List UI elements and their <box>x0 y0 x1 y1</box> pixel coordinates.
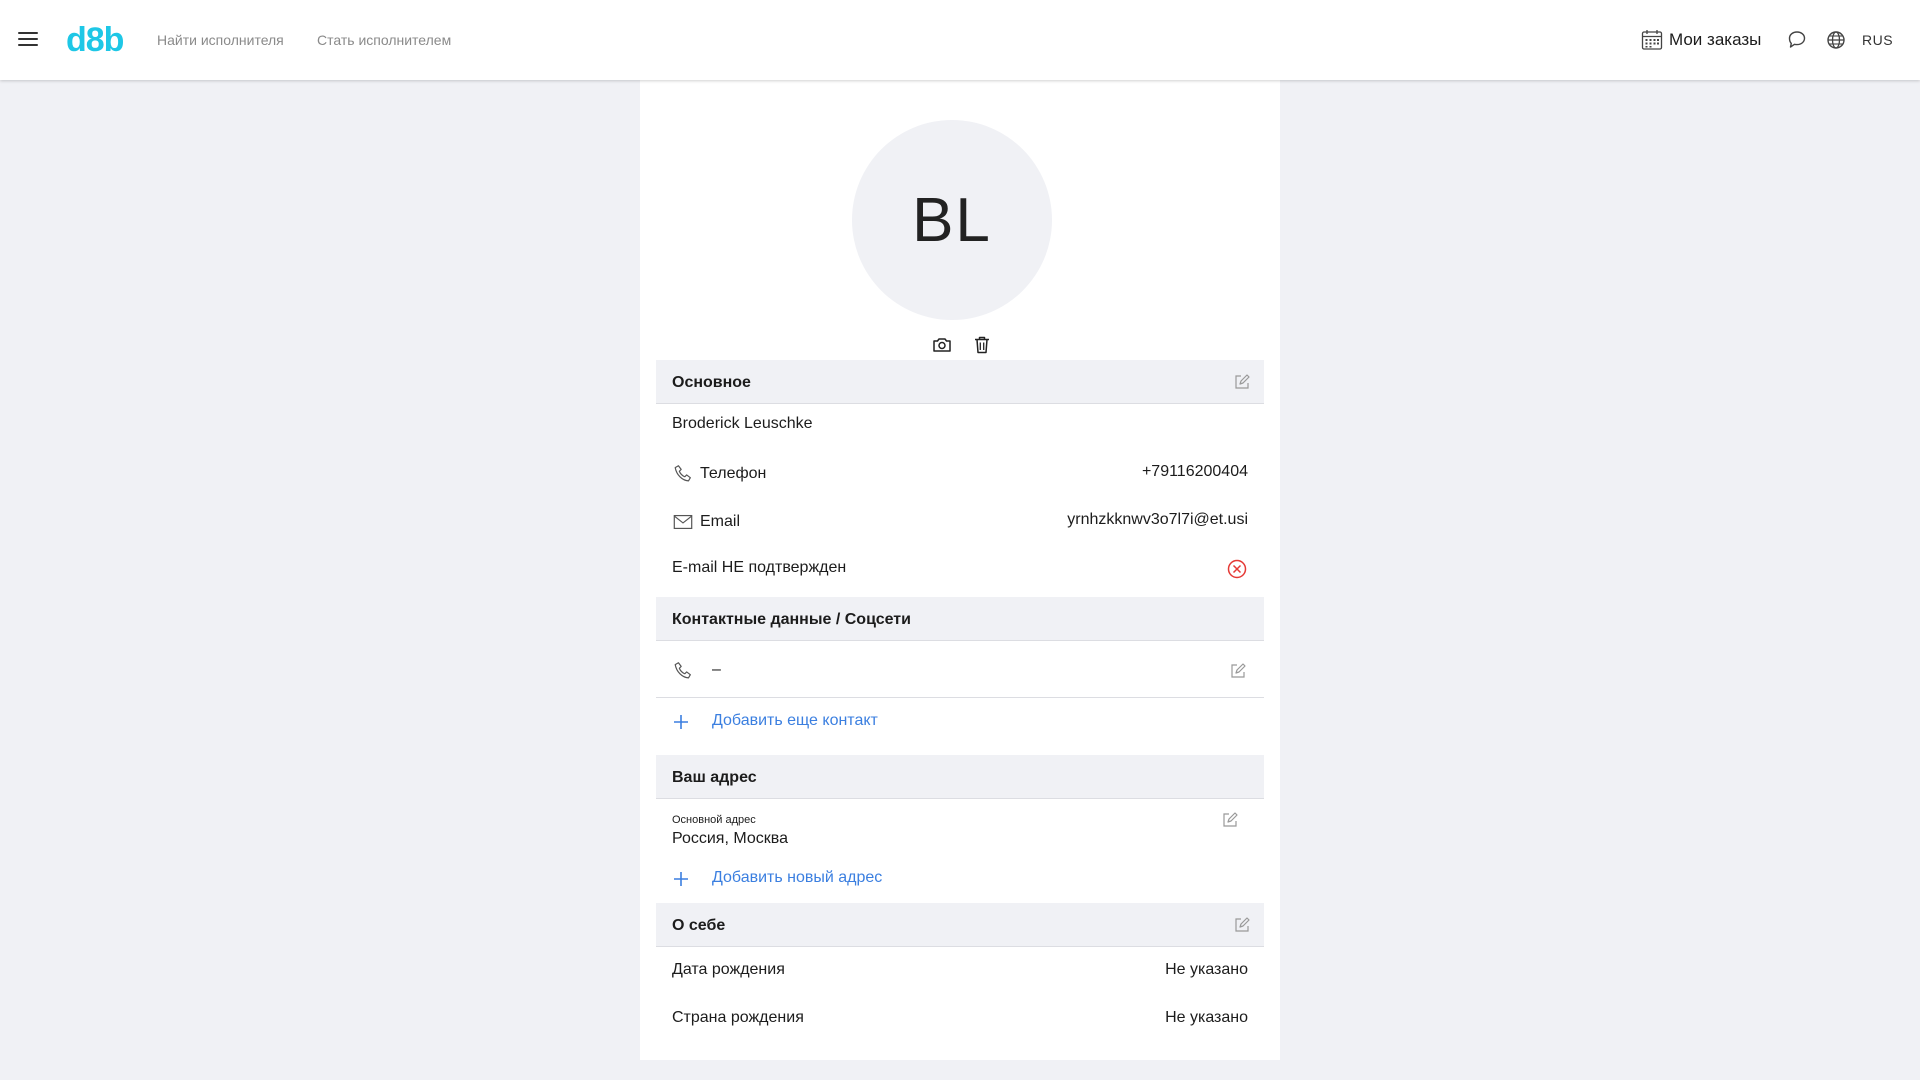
edit-icon[interactable] <box>1221 811 1239 829</box>
logo[interactable]: d8b <box>66 18 124 62</box>
edit-icon[interactable] <box>1233 373 1251 391</box>
email-value: yrnhzkknwv3o7l7i@et.usi <box>1067 511 1248 528</box>
contact-value: – <box>712 661 721 678</box>
birth-date-value: Не указано <box>1165 961 1248 978</box>
calendar-icon <box>1641 30 1663 50</box>
plus-icon <box>674 715 688 729</box>
plus-icon <box>674 872 688 886</box>
email-row: Email yrnhzkknwv3o7l7i@et.usi <box>656 500 1264 540</box>
divider <box>656 697 1264 698</box>
add-contact-button[interactable]: Добавить еще контакт <box>656 701 1264 741</box>
globe-icon[interactable] <box>1824 28 1848 52</box>
avatar-tools <box>930 333 994 357</box>
birth-country-value: Не указано <box>1165 1009 1248 1026</box>
birth-country-row: Страна рождения Не указано <box>656 998 1264 1038</box>
top-header: d8b Найти исполнителя Стать исполнителем… <box>0 0 1920 80</box>
phone-label: Телефон <box>700 465 767 482</box>
birth-date-row: Дата рождения Не указано <box>656 950 1264 990</box>
phone-row: Телефон +79116200404 <box>656 452 1264 492</box>
edit-icon[interactable] <box>1229 662 1247 680</box>
section-about-title: О себе <box>672 917 726 934</box>
section-main-header: Основное <box>656 360 1264 404</box>
section-address-header: Ваш адрес <box>656 755 1264 799</box>
address-row: Основной адрес Россия, Москва <box>656 800 1264 850</box>
birth-date-label: Дата рождения <box>672 961 785 978</box>
email-label: Email <box>700 513 741 530</box>
section-address-title: Ваш адрес <box>672 769 757 786</box>
phone-icon <box>674 465 691 482</box>
menu-icon[interactable] <box>16 28 40 52</box>
add-address-label: Добавить новый адрес <box>712 869 883 886</box>
add-contact-label: Добавить еще контакт <box>712 712 878 729</box>
profile-card: BL Основное Broderick Leuschke Телефон +… <box>640 80 1280 1060</box>
avatar[interactable]: BL <box>852 120 1052 320</box>
phone-value: +79116200404 <box>1141 463 1248 480</box>
email-status-row: E-mail НЕ подтвержден <box>656 548 1264 588</box>
my-orders-button[interactable]: Мои заказы <box>1641 28 1761 52</box>
add-address-button[interactable]: Добавить новый адрес <box>656 858 1264 898</box>
address-value: Россия, Москва <box>672 830 788 847</box>
profile-name-row: Broderick Leuschke <box>656 404 1264 444</box>
chat-icon[interactable] <box>1785 28 1809 52</box>
section-about-header: О себе <box>656 903 1264 947</box>
camera-icon[interactable] <box>930 333 954 357</box>
nav-find-performer[interactable]: Найти исполнителя <box>157 32 284 48</box>
edit-icon[interactable] <box>1233 916 1251 934</box>
my-orders-label: Мои заказы <box>1669 30 1762 49</box>
contact-row: – <box>656 646 1264 696</box>
address-caption: Основной адрес <box>672 814 756 826</box>
close-circle-icon[interactable] <box>1226 558 1248 580</box>
email-not-confirmed-link[interactable]: E-mail НЕ подтвержден <box>672 559 846 577</box>
section-contacts-title: Контактные данные / Соцсети <box>672 611 911 628</box>
phone-icon <box>674 662 691 679</box>
section-contacts-header: Контактные данные / Соцсети <box>656 597 1264 641</box>
profile-name: Broderick Leuschke <box>672 415 813 432</box>
trash-icon[interactable] <box>970 333 994 357</box>
section-main-title: Основное <box>672 374 751 391</box>
nav-become-performer[interactable]: Стать исполнителем <box>317 32 451 48</box>
mail-icon <box>673 514 693 530</box>
birth-country-label: Страна рождения <box>672 1009 804 1026</box>
language-switch[interactable]: RUS <box>1862 32 1893 48</box>
